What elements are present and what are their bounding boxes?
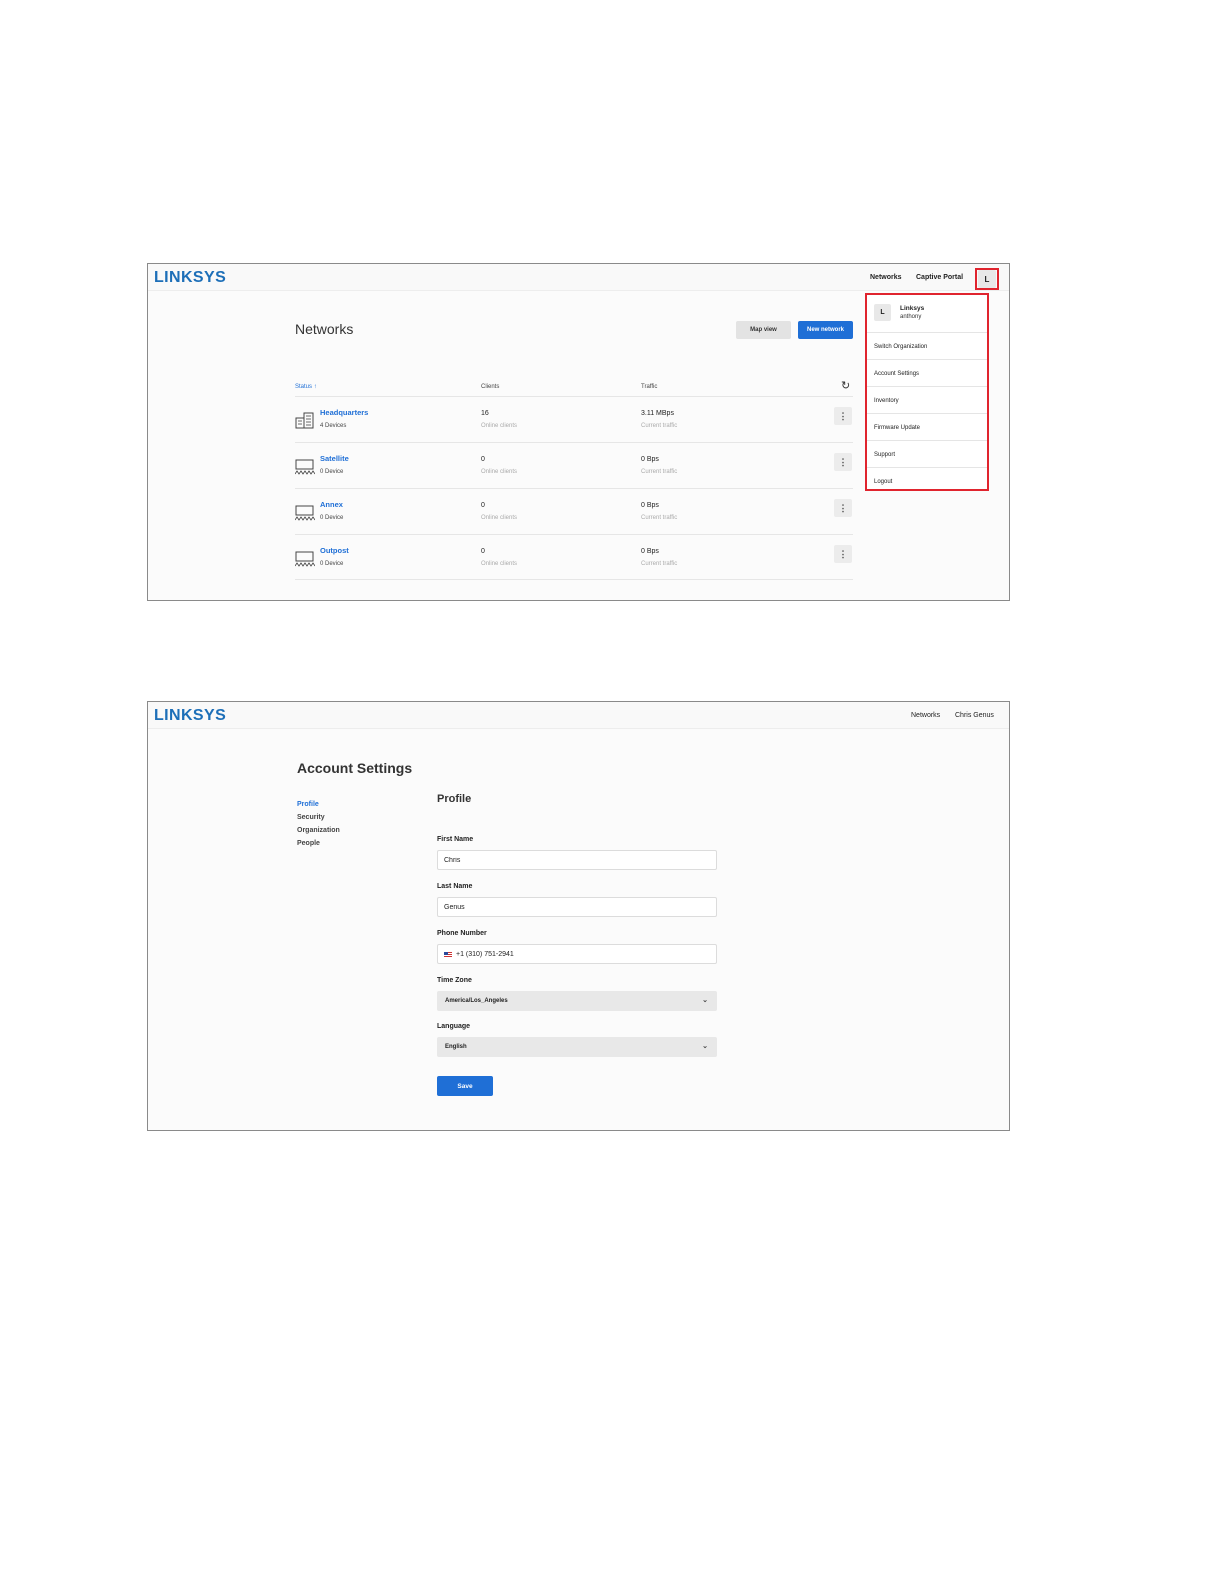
network-row[interactable]: Annex 0 Device 0 Online clients 0 Bps Cu…: [295, 488, 853, 534]
section-title: Profile: [437, 793, 472, 805]
traffic-sublabel: Current traffic: [641, 469, 678, 475]
dropdown-avatar: L: [874, 304, 891, 321]
linksys-logo[interactable]: LINKSYS: [154, 707, 226, 725]
clients-sublabel: Online clients: [481, 423, 518, 429]
shelter-icon: [295, 505, 315, 521]
time-zone-select[interactable]: America/Los_Angeles ⌄: [437, 991, 717, 1011]
time-zone-label: Time Zone: [437, 977, 472, 984]
menu-item-inventory[interactable]: Inventory: [867, 388, 987, 414]
page-title: Networks: [295, 321, 354, 337]
status-header-label: Status: [295, 384, 313, 390]
sidenav-organization[interactable]: Organization: [297, 827, 340, 834]
first-name-field[interactable]: [437, 850, 717, 870]
save-button[interactable]: Save: [437, 1076, 493, 1096]
us-flag-icon[interactable]: [444, 951, 452, 957]
column-header-clients: Clients: [481, 384, 500, 390]
nav-networks[interactable]: Networks: [870, 274, 902, 281]
traffic-value: 3.11 MBps: [641, 410, 674, 417]
user-dropdown-menu: L Linksys anthony Switch Organization Ac…: [865, 293, 989, 491]
dropdown-user-name: Linksys: [900, 305, 925, 312]
shelter-icon: [295, 551, 315, 567]
row-menu-kebab-icon[interactable]: ⋮: [834, 407, 852, 425]
clients-value: 0: [481, 456, 485, 463]
sidenav-people[interactable]: People: [297, 840, 320, 847]
page-title: Account Settings: [297, 760, 413, 776]
first-name-label: First Name: [437, 836, 474, 843]
avatar-highlight-box: [975, 268, 999, 290]
clients-sublabel: Online clients: [481, 515, 518, 521]
top-bar: LINKSYS Networks Chris Genus: [148, 702, 1009, 729]
menu-item-firmware-update[interactable]: Firmware Update: [867, 415, 987, 441]
clients-sublabel: Online clients: [481, 561, 518, 567]
phone-number-field[interactable]: [437, 944, 717, 964]
traffic-sublabel: Current traffic: [641, 515, 678, 521]
traffic-sublabel: Current traffic: [641, 561, 678, 567]
network-row[interactable]: Headquarters 4 Devices 16 Online clients…: [295, 396, 853, 442]
language-select[interactable]: English ⌄: [437, 1037, 717, 1057]
clients-sublabel: Online clients: [481, 469, 518, 475]
last-name-field[interactable]: [437, 897, 717, 917]
last-name-label: Last Name: [437, 883, 473, 890]
traffic-sublabel: Current traffic: [641, 423, 678, 429]
nav-networks[interactable]: Networks: [911, 712, 940, 719]
dropdown-user-header: L Linksys anthony: [867, 295, 987, 333]
menu-item-support[interactable]: Support: [867, 442, 987, 468]
clients-value: 0: [481, 502, 485, 509]
traffic-value: 0 Bps: [641, 502, 659, 509]
column-header-status[interactable]: Status ↑: [295, 384, 317, 390]
traffic-value: 0 Bps: [641, 548, 659, 555]
clients-value: 0: [481, 548, 485, 555]
sidenav-profile[interactable]: Profile: [297, 801, 319, 808]
networks-screenshot: LINKSYS Networks Captive Portal L Networ…: [147, 263, 1010, 601]
language-value: English: [445, 1044, 467, 1050]
chevron-down-icon: ⌄: [702, 1043, 708, 1050]
clients-value: 16: [481, 410, 489, 417]
network-row[interactable]: Outpost 0 Device 0 Online clients 0 Bps …: [295, 534, 853, 580]
map-view-button[interactable]: Map view: [736, 321, 791, 339]
linksys-logo[interactable]: LINKSYS: [154, 269, 226, 287]
menu-item-logout[interactable]: Logout: [867, 469, 987, 495]
network-name[interactable]: Satellite: [320, 454, 349, 463]
phone-number-input[interactable]: [456, 950, 696, 958]
column-header-traffic: Traffic: [641, 384, 658, 390]
building-icon: [295, 412, 314, 429]
row-menu-kebab-icon[interactable]: ⋮: [834, 499, 852, 517]
row-menu-kebab-icon[interactable]: ⋮: [834, 545, 852, 563]
network-name[interactable]: Annex: [320, 500, 343, 509]
network-device-count: 0 Device: [320, 515, 344, 521]
time-zone-value: America/Los_Angeles: [445, 998, 508, 1004]
shelter-icon: [295, 459, 315, 475]
phone-number-label: Phone Number: [437, 930, 487, 937]
menu-item-switch-organization[interactable]: Switch Organization: [867, 334, 987, 360]
chevron-down-icon: ⌄: [702, 997, 708, 1004]
refresh-icon[interactable]: ↻: [841, 379, 850, 392]
network-device-count: 4 Devices: [320, 423, 347, 429]
network-device-count: 0 Device: [320, 561, 344, 567]
network-name[interactable]: Headquarters: [320, 408, 368, 417]
network-device-count: 0 Device: [320, 469, 344, 475]
sort-up-arrow-icon: ↑: [313, 384, 317, 390]
network-row[interactable]: Satellite 0 Device 0 Online clients 0 Bp…: [295, 442, 853, 488]
sidenav-security[interactable]: Security: [297, 814, 325, 821]
language-label: Language: [437, 1023, 471, 1030]
row-menu-kebab-icon[interactable]: ⋮: [834, 453, 852, 471]
new-network-button[interactable]: New network: [798, 321, 853, 339]
top-bar: LINKSYS Networks Captive Portal L: [148, 264, 1009, 291]
nav-user-name[interactable]: Chris Genus: [955, 712, 994, 719]
network-name[interactable]: Outpost: [320, 546, 349, 555]
account-settings-screenshot: LINKSYS Networks Chris Genus Account Set…: [147, 701, 1010, 1131]
dropdown-user-org: anthony: [900, 314, 922, 320]
menu-item-account-settings[interactable]: Account Settings: [867, 361, 987, 387]
nav-captive-portal[interactable]: Captive Portal: [916, 274, 963, 281]
traffic-value: 0 Bps: [641, 456, 659, 463]
